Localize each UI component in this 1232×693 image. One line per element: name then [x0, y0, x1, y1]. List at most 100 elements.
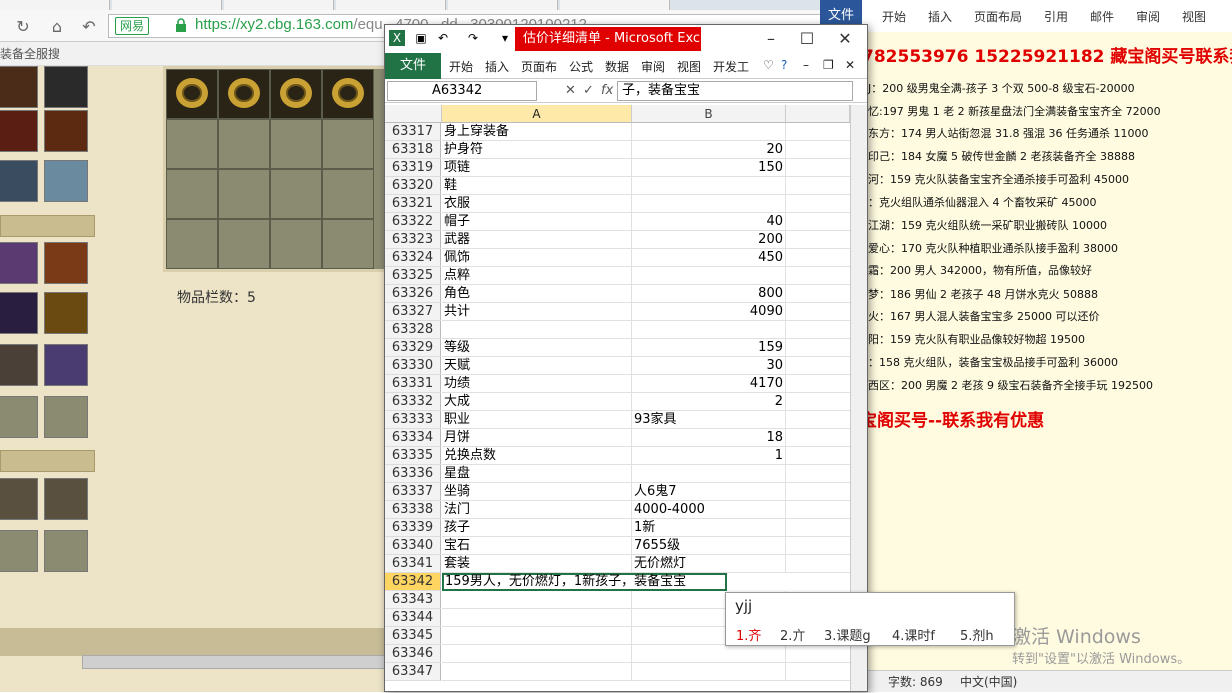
home-icon[interactable]: ⌂	[46, 16, 68, 38]
word-tab[interactable]: 页面布局	[974, 8, 1022, 25]
cell-b[interactable]: 人6鬼7	[632, 483, 786, 501]
cell-c[interactable]	[786, 195, 850, 213]
cell-a[interactable]: 共计	[442, 303, 632, 321]
equipment-slot[interactable]	[44, 344, 88, 386]
cell-b[interactable]	[632, 177, 786, 195]
browser-tab[interactable]	[336, 0, 446, 10]
inventory-cell[interactable]	[270, 119, 322, 169]
row-number[interactable]: 63321	[385, 195, 441, 213]
undo-icon[interactable]: ↶	[435, 30, 451, 46]
inventory-cell[interactable]	[270, 219, 322, 269]
ime-candidate[interactable]: 3.课题g	[824, 625, 871, 644]
inventory-cell[interactable]	[322, 119, 374, 169]
row-number[interactable]: 63339	[385, 519, 441, 537]
cell-b[interactable]	[632, 663, 786, 681]
row-number[interactable]: 63332	[385, 393, 441, 411]
row-number[interactable]: 63343	[385, 591, 441, 609]
cell-a[interactable]: 孩子	[442, 519, 632, 537]
cell-b[interactable]: 18	[632, 429, 786, 447]
inventory-cell[interactable]	[218, 119, 270, 169]
cell-b[interactable]: 无价燃灯	[632, 555, 786, 573]
ribbon-tab[interactable]: 页面布	[521, 58, 557, 75]
pet-slot[interactable]	[0, 478, 38, 520]
cell-b[interactable]: 159	[632, 339, 786, 357]
cell-c[interactable]	[786, 465, 850, 483]
cell-b[interactable]: 7655级	[632, 537, 786, 555]
cancel-icon[interactable]: ✕	[565, 83, 576, 98]
column-header-b[interactable]: B	[632, 105, 786, 123]
cell-c[interactable]	[786, 357, 850, 375]
reload-icon[interactable]: ↻	[12, 16, 34, 38]
close-button[interactable]: ✕	[825, 25, 865, 53]
cell-b[interactable]: 4090	[632, 303, 786, 321]
cell-a[interactable]: 项链	[442, 159, 632, 177]
cell-b[interactable]: 30	[632, 357, 786, 375]
row-number[interactable]: 63320	[385, 177, 441, 195]
ribbon-tab[interactable]: 公式	[569, 58, 593, 75]
column-header-c[interactable]	[786, 105, 850, 123]
customize-toolbar-icon[interactable]: ▾	[497, 30, 513, 46]
cell-a[interactable]: 功绩	[442, 375, 632, 393]
pet-slot[interactable]	[0, 530, 38, 572]
cell-c[interactable]	[786, 123, 850, 141]
cell-a[interactable]: 兑换点数	[442, 447, 632, 465]
cell-a[interactable]	[442, 321, 632, 339]
cell-a[interactable]: 天赋	[442, 357, 632, 375]
inventory-cell[interactable]	[166, 169, 218, 219]
cell-a[interactable]: 等级	[442, 339, 632, 357]
column-header-a[interactable]: A	[442, 105, 632, 123]
inventory-cell[interactable]	[166, 69, 218, 119]
row-number[interactable]: 63344	[385, 609, 441, 627]
fx-icon[interactable]: fx	[601, 83, 613, 98]
cell-b[interactable]	[632, 645, 786, 663]
cell-c[interactable]	[786, 411, 850, 429]
cell-a[interactable]: 坐骑	[442, 483, 632, 501]
row-number[interactable]: 63341	[385, 555, 441, 573]
cell-c[interactable]	[786, 501, 850, 519]
ribbon-close-icon[interactable]: ✕	[845, 58, 855, 72]
cell-a[interactable]: 大成	[442, 393, 632, 411]
cell-a[interactable]: 月饼	[442, 429, 632, 447]
row-number[interactable]: 63318	[385, 141, 441, 159]
row-number[interactable]: 63327	[385, 303, 441, 321]
word-tab[interactable]: 审阅	[1136, 8, 1160, 25]
cell-a[interactable]	[442, 663, 632, 681]
cell-b[interactable]: 40	[632, 213, 786, 231]
row-number[interactable]: 63334	[385, 429, 441, 447]
row-number[interactable]: 63342	[385, 573, 441, 591]
cell-b[interactable]: 1	[632, 447, 786, 465]
equipment-slot[interactable]	[0, 110, 38, 152]
horizontal-scrollbar[interactable]	[82, 655, 402, 669]
browser-tab[interactable]	[112, 0, 222, 10]
ime-candidate[interactable]: 1.齐	[736, 625, 761, 644]
cell-a[interactable]: 佩饰	[442, 249, 632, 267]
equipment-slot[interactable]	[0, 396, 38, 438]
cell-b[interactable]: 2	[632, 393, 786, 411]
equipment-slot[interactable]	[44, 396, 88, 438]
inventory-cell[interactable]	[322, 69, 374, 119]
row-number[interactable]: 63346	[385, 645, 441, 663]
cell-a[interactable]: 套装	[442, 555, 632, 573]
cell-c[interactable]	[786, 483, 850, 501]
undo-icon[interactable]: ↶	[78, 16, 100, 38]
cell-c[interactable]	[786, 393, 850, 411]
cell-c[interactable]	[786, 177, 850, 195]
cell-b[interactable]: 4170	[632, 375, 786, 393]
row-number[interactable]: 63325	[385, 267, 441, 285]
cell-a[interactable]: 宝石	[442, 537, 632, 555]
cell-a[interactable]: 衣服	[442, 195, 632, 213]
row-number[interactable]: 63340	[385, 537, 441, 555]
equipment-slot[interactable]	[44, 242, 88, 284]
row-number[interactable]: 63333	[385, 411, 441, 429]
maximize-button[interactable]: ☐	[787, 25, 827, 53]
cell-c[interactable]	[786, 375, 850, 393]
cell-b[interactable]	[632, 267, 786, 285]
cell-a[interactable]: 职业	[442, 411, 632, 429]
equipment-slot[interactable]	[0, 292, 38, 334]
redo-icon[interactable]: ↷	[465, 30, 481, 46]
pet-slot[interactable]	[44, 530, 88, 572]
heart-icon[interactable]: ♡	[763, 58, 774, 72]
cell-a[interactable]	[442, 627, 632, 645]
row-number[interactable]: 63323	[385, 231, 441, 249]
browser-tab[interactable]	[0, 0, 110, 10]
